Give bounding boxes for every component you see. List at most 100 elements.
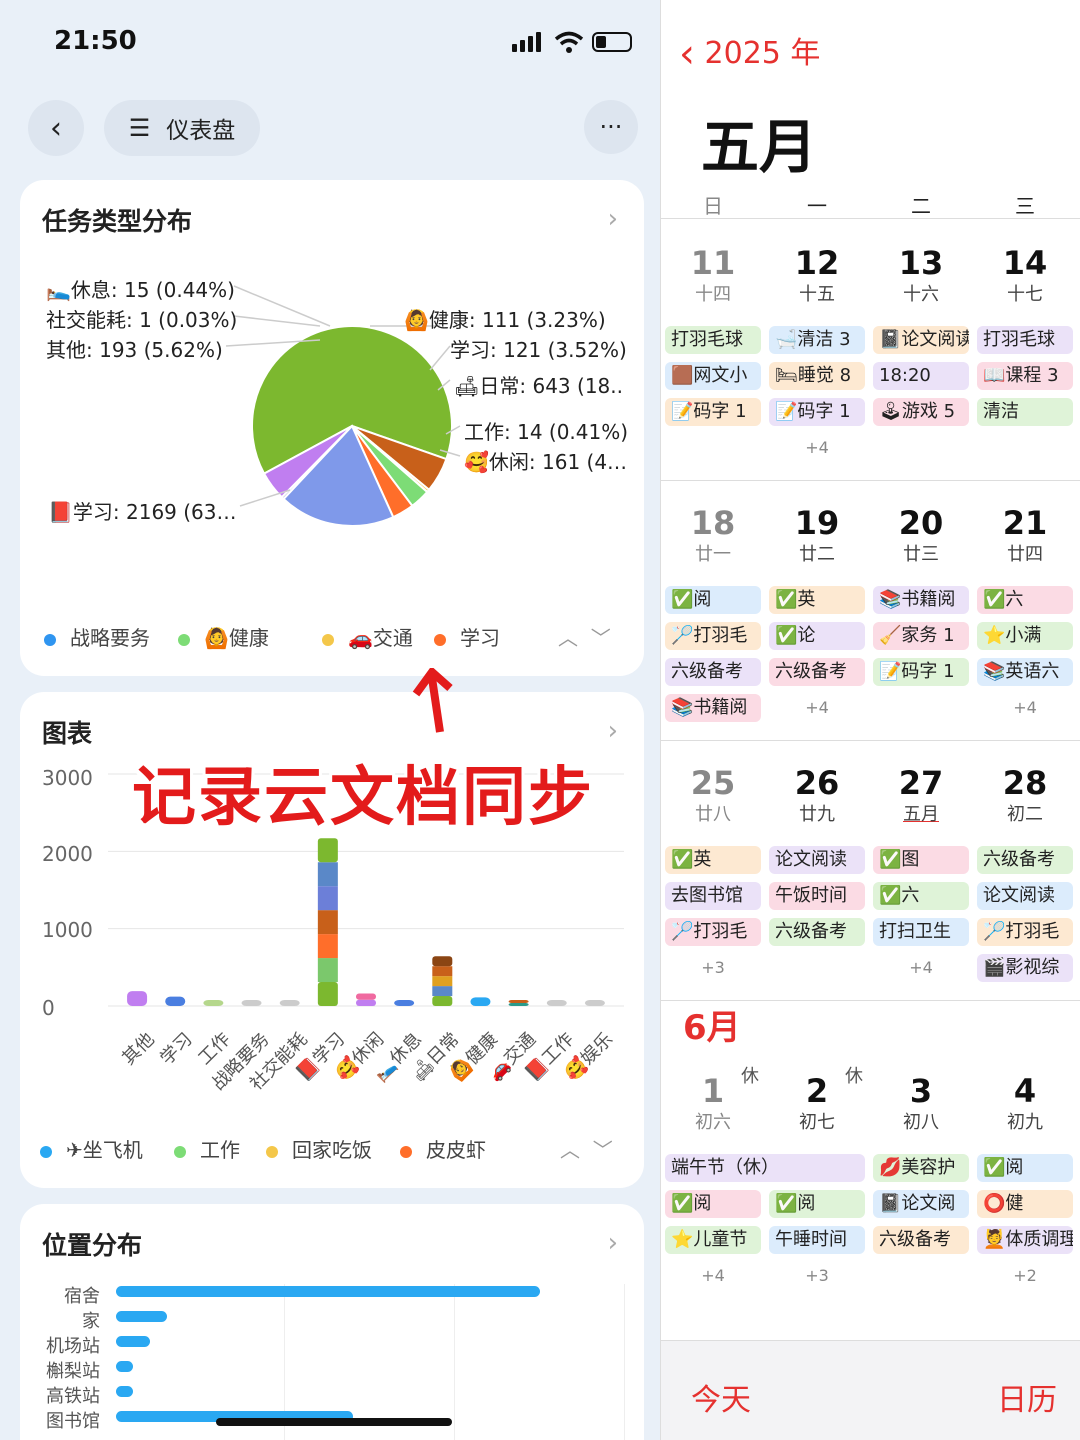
legend-item[interactable]: 学习 (434, 622, 500, 651)
calendar-event[interactable]: 🛁清洁 3 (769, 326, 865, 354)
more-events-link[interactable]: +4 (869, 958, 973, 977)
bar-segment[interactable] (508, 1000, 529, 1003)
calendar-event[interactable]: 🎬影视综 (977, 954, 1073, 982)
bar-segment[interactable] (546, 1000, 567, 1006)
location-bar[interactable] (116, 1286, 540, 1297)
bar-segment[interactable] (317, 838, 338, 863)
calendar-event[interactable]: 打羽毛球 (977, 326, 1073, 354)
year-back-button[interactable]: ‹ 2025 年 (679, 28, 820, 77)
bar-segment[interactable] (127, 991, 148, 1006)
calendars-button[interactable]: 日历 (997, 1375, 1057, 1419)
bar-segment[interactable] (508, 1003, 529, 1006)
bar-segment[interactable] (470, 997, 491, 1006)
calendar-event[interactable]: ✅阅 (665, 1190, 761, 1218)
day-number[interactable]: 4 (973, 1072, 1077, 1110)
calendar-event[interactable]: ✅六 (873, 882, 969, 910)
day-number[interactable]: 11 (661, 244, 765, 282)
calendar-event[interactable]: ⭐小满 (977, 622, 1073, 650)
day-number[interactable]: 14 (973, 244, 1077, 282)
bar-segment[interactable] (394, 1000, 415, 1006)
chevron-up-icon[interactable]: ︿ (558, 626, 578, 650)
location-bar[interactable] (116, 1361, 133, 1372)
bar-segment[interactable] (317, 862, 338, 887)
calendar-event[interactable]: ⭐儿童节 (665, 1226, 761, 1254)
day-number[interactable]: 13 (869, 244, 973, 282)
calendar-event[interactable]: 六级备考 (769, 658, 865, 686)
calendar-event[interactable]: 六级备考 (665, 658, 761, 686)
calendar-event[interactable]: 午睡时间 (769, 1226, 865, 1254)
bar-segment[interactable] (317, 886, 338, 911)
legend-item[interactable]: ✈坐飞机 (40, 1134, 143, 1163)
calendar-event[interactable]: 🏸打羽毛 (665, 622, 761, 650)
calendar-event[interactable]: ✅图 (873, 846, 969, 874)
chevron-down-icon[interactable]: ﹀ (591, 626, 611, 650)
bar-segment[interactable] (279, 1000, 300, 1006)
legend-pager[interactable]: ︿ ﹀ (560, 1134, 613, 1163)
bar-segment[interactable] (584, 1000, 605, 1006)
chevron-right-icon[interactable]: › (608, 1228, 618, 1258)
today-button[interactable]: 今天 (691, 1375, 751, 1419)
bar-segment[interactable] (317, 934, 338, 959)
location-bar[interactable] (116, 1311, 167, 1322)
bar-segment[interactable] (203, 1000, 224, 1006)
more-events-link[interactable]: +4 (973, 698, 1077, 717)
calendar-event[interactable]: 🟫网文小 (665, 362, 761, 390)
chevron-down-icon[interactable]: ﹀ (593, 1138, 613, 1162)
bar-segment[interactable] (317, 958, 338, 983)
day-number[interactable]: 27 (869, 764, 973, 802)
bar-segment[interactable] (432, 956, 453, 967)
more-events-link[interactable]: +3 (765, 1266, 869, 1285)
location-bar[interactable] (116, 1336, 150, 1347)
calendar-event[interactable]: ✅阅 (769, 1190, 865, 1218)
more-events-link[interactable]: +4 (765, 698, 869, 717)
bar-segment[interactable] (165, 996, 186, 1006)
bar-segment[interactable] (432, 986, 453, 997)
calendar-event[interactable]: 论文阅读 (769, 846, 865, 874)
bar-segment[interactable] (356, 993, 376, 1000)
legend-item[interactable]: 🚗交通 (322, 622, 413, 651)
bar-segment[interactable] (241, 1000, 262, 1006)
calendar-event[interactable]: 📚英语六 (977, 658, 1073, 686)
bar-segment[interactable] (432, 976, 453, 987)
day-number[interactable]: 12 (765, 244, 869, 282)
calendar-event[interactable]: 📚书籍阅 (665, 694, 761, 722)
calendar-event[interactable]: 📝码字 1 (873, 658, 969, 686)
day-number[interactable]: 20 (869, 504, 973, 542)
calendar-event[interactable]: 💆体质调理 (977, 1226, 1073, 1254)
day-number[interactable]: 3 (869, 1072, 973, 1110)
bar-segment[interactable] (317, 982, 338, 1006)
bar-segment[interactable] (432, 996, 453, 1006)
calendar-event[interactable]: 清洁 (977, 398, 1073, 426)
calendar-event[interactable]: 打扫卫生 (873, 918, 969, 946)
calendar-event[interactable]: ✅六 (977, 586, 1073, 614)
calendar-event[interactable]: ✅论 (769, 622, 865, 650)
calendar-event[interactable]: 📓论文阅读 4… (873, 326, 969, 354)
calendar-event[interactable]: ✅阅 (977, 1154, 1073, 1182)
bar-segment[interactable] (432, 966, 453, 977)
location-bar[interactable] (116, 1386, 133, 1397)
day-number[interactable]: 19 (765, 504, 869, 542)
calendar-event[interactable]: 去图书馆 (665, 882, 761, 910)
calendar-event[interactable]: ✅英 (769, 586, 865, 614)
calendar-event[interactable]: 📝码字 1 (769, 398, 865, 426)
calendar-event[interactable]: 🏸打羽毛 (977, 918, 1073, 946)
calendar-event[interactable]: 六级备考 (873, 1226, 969, 1254)
calendar-event[interactable]: 论文阅读 (977, 882, 1073, 910)
bar-segment[interactable] (317, 910, 338, 935)
more-events-link[interactable]: +2 (973, 1266, 1077, 1285)
calendar-event[interactable]: 18:20 (873, 362, 969, 390)
calendar-event[interactable]: 🏸打羽毛 (665, 918, 761, 946)
day-number[interactable]: 21 (973, 504, 1077, 542)
calendar-event[interactable]: ✅英 (665, 846, 761, 874)
legend-item[interactable]: 皮皮虾 (400, 1134, 486, 1163)
day-number[interactable]: 28 (973, 764, 1077, 802)
calendar-event[interactable]: ✅阅 (665, 586, 761, 614)
calendar-event[interactable]: 🕹游戏 5 (873, 398, 969, 426)
calendar-event[interactable]: 🛏睡觉 8 (769, 362, 865, 390)
calendar-event[interactable]: 📝码字 1 (665, 398, 761, 426)
day-number[interactable]: 18 (661, 504, 765, 542)
calendar-event[interactable]: 🧹家务 1 (873, 622, 969, 650)
calendar-event[interactable]: 六级备考 (977, 846, 1073, 874)
more-events-link[interactable]: +4 (765, 438, 869, 457)
chevron-up-icon[interactable]: ︿ (560, 1138, 580, 1162)
